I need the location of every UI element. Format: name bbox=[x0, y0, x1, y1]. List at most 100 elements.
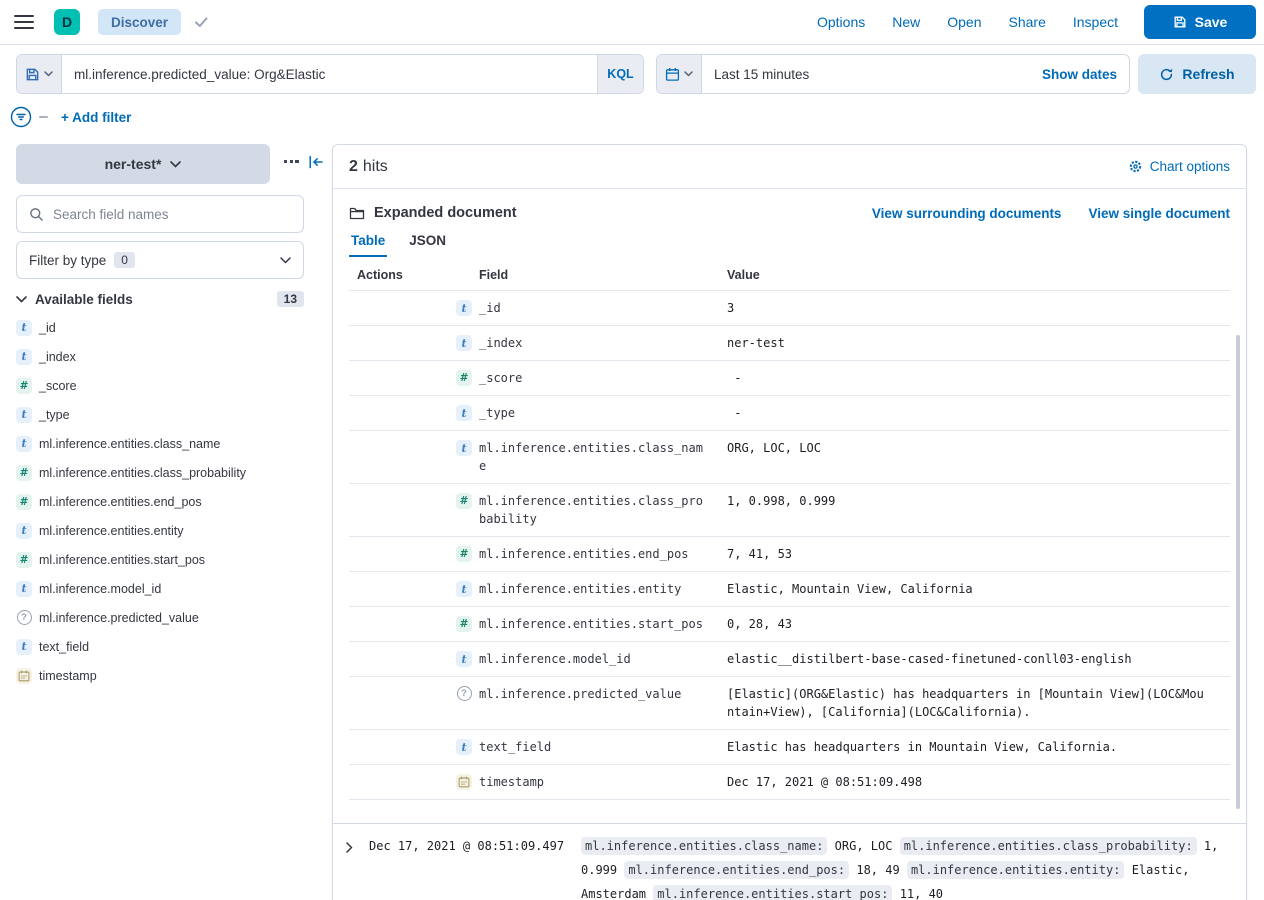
time-range-value[interactable]: Last 15 minutes bbox=[702, 55, 1042, 93]
available-fields-accordion[interactable]: Available fields 13 bbox=[16, 289, 304, 309]
chart-options-label: Chart options bbox=[1150, 159, 1230, 174]
doc-table-row: t_type - bbox=[349, 396, 1230, 431]
column-actions: Actions bbox=[349, 268, 456, 282]
row-actions-cell[interactable] bbox=[349, 615, 456, 633]
row-actions-cell[interactable] bbox=[349, 404, 456, 422]
view-surrounding-documents-link[interactable]: View surrounding documents bbox=[872, 206, 1062, 221]
search-field-names-input[interactable] bbox=[53, 207, 293, 222]
nav-new[interactable]: New bbox=[892, 14, 920, 30]
row-actions-cell[interactable] bbox=[349, 492, 456, 528]
sidebar-field-ml.inference.model_id[interactable]: tml.inference.model_id bbox=[16, 574, 304, 603]
row-field-cell: #ml.inference.entities.start_pos bbox=[456, 615, 727, 633]
summary-field-pill: ml.inference.entities.class_name: bbox=[581, 837, 827, 855]
sidebar-field-ml.inference.entities.class_probability[interactable]: #ml.inference.entities.class_probability bbox=[16, 458, 304, 487]
filter-circle-icon[interactable] bbox=[10, 106, 32, 128]
sidebar-field-ml.inference.entities.start_pos[interactable]: #ml.inference.entities.start_pos bbox=[16, 545, 304, 574]
available-fields-count-badge: 13 bbox=[277, 291, 304, 307]
save-floppy-icon bbox=[25, 67, 40, 82]
row-value-cell: ORG, LOC, LOC bbox=[727, 439, 1207, 475]
tab-table[interactable]: Table bbox=[349, 233, 387, 257]
collapse-sidebar-icon[interactable] bbox=[307, 153, 325, 171]
unknown-type-icon: ? bbox=[17, 610, 32, 625]
doc-table-row: t_indexner-test bbox=[349, 326, 1230, 361]
row-value-cell: Elastic, Mountain View, California bbox=[727, 580, 1207, 598]
nav-open[interactable]: Open bbox=[947, 14, 981, 30]
sidebar-field-ml.inference.entities.entity[interactable]: tml.inference.entities.entity bbox=[16, 516, 304, 545]
show-dates-button[interactable]: Show dates bbox=[1042, 55, 1129, 93]
sidebar-field-timestamp[interactable]: timestamp bbox=[16, 661, 304, 690]
row-field-name: _index bbox=[479, 334, 706, 352]
row-field-cell: tml.inference.entities.class_name bbox=[456, 439, 727, 475]
string-type-icon: t bbox=[456, 405, 472, 421]
row-field-cell: #_score bbox=[456, 369, 727, 387]
row-value-cell: - bbox=[727, 404, 1207, 422]
chevron-down-icon bbox=[16, 296, 27, 303]
nav-options[interactable]: Options bbox=[817, 14, 865, 30]
unknown-type-icon: ? bbox=[457, 686, 472, 701]
sidebar-field-_score[interactable]: #_score bbox=[16, 371, 304, 400]
magnifier-icon bbox=[29, 207, 44, 222]
number-type-icon: # bbox=[456, 370, 472, 386]
breadcrumb[interactable]: Discover bbox=[98, 9, 181, 35]
query-input[interactable] bbox=[62, 55, 597, 93]
sidebar-field-ml.inference.entities.end_pos[interactable]: #ml.inference.entities.end_pos bbox=[16, 487, 304, 516]
nav-share[interactable]: Share bbox=[1009, 14, 1046, 30]
sidebar-field-_type[interactable]: t_type bbox=[16, 400, 304, 429]
row-actions-cell[interactable] bbox=[349, 299, 456, 317]
row-value-cell: elastic__distilbert-base-cased-finetuned… bbox=[727, 650, 1207, 668]
field-search bbox=[16, 195, 304, 233]
sidebar-field-_index[interactable]: t_index bbox=[16, 342, 304, 371]
date-quick-select-button[interactable] bbox=[657, 55, 702, 93]
number-type-icon: # bbox=[16, 494, 32, 510]
field-name-label: ml.inference.entities.start_pos bbox=[39, 553, 205, 567]
sidebar-field-ml.inference.predicted_value[interactable]: ?ml.inference.predicted_value bbox=[16, 603, 304, 632]
sidebar-field-text_field[interactable]: ttext_field bbox=[16, 632, 304, 661]
nav-inspect[interactable]: Inspect bbox=[1073, 14, 1118, 30]
filter-by-type-dropdown[interactable]: Filter by type 0 bbox=[16, 241, 304, 279]
sidebar-field-_id[interactable]: t_id bbox=[16, 313, 304, 342]
expand-row-chevron-icon[interactable] bbox=[341, 839, 357, 855]
string-type-icon: t bbox=[456, 440, 472, 456]
row-actions-cell[interactable] bbox=[349, 545, 456, 563]
string-type-icon: t bbox=[16, 639, 32, 655]
row-field-name: timestamp bbox=[479, 773, 706, 791]
scrollbar[interactable] bbox=[1236, 335, 1240, 809]
menu-icon[interactable] bbox=[14, 15, 34, 29]
boxes-horizontal-icon[interactable] bbox=[284, 160, 299, 163]
row-actions-cell[interactable] bbox=[349, 773, 456, 791]
refresh-button[interactable]: Refresh bbox=[1138, 54, 1256, 94]
index-pattern-switcher[interactable]: ner-test* bbox=[16, 144, 270, 184]
row-actions-cell[interactable] bbox=[349, 580, 456, 598]
row-actions-cell[interactable] bbox=[349, 685, 456, 721]
expanded-document-title: Expanded document bbox=[374, 205, 517, 221]
row-actions-cell[interactable] bbox=[349, 650, 456, 668]
space-avatar[interactable]: D bbox=[54, 9, 80, 35]
doc-table-row: #ml.inference.entities.class_probability… bbox=[349, 484, 1230, 537]
row-value-cell: ner-test bbox=[727, 334, 1207, 352]
query-bar: KQL bbox=[16, 54, 644, 94]
row-actions-cell[interactable] bbox=[349, 738, 456, 756]
summary-field-pill: ml.inference.entities.end_pos: bbox=[624, 861, 849, 879]
string-type-icon: t bbox=[16, 349, 32, 365]
row-actions-cell[interactable] bbox=[349, 334, 456, 352]
add-filter-button[interactable]: + Add filter bbox=[61, 110, 131, 125]
check-icon bbox=[195, 17, 208, 28]
tab-json[interactable]: JSON bbox=[407, 233, 448, 257]
chart-options-button[interactable]: Chart options bbox=[1128, 159, 1230, 174]
row-actions-cell[interactable] bbox=[349, 439, 456, 475]
view-single-document-link[interactable]: View single document bbox=[1088, 206, 1230, 221]
discover-main-panel: 2 hits Chart options Expanded document V… bbox=[332, 144, 1247, 900]
summary-field-value: 11, 40 bbox=[900, 887, 943, 900]
document-timestamp[interactable]: Dec 17, 2021 @ 08:51:09.497 bbox=[369, 834, 565, 858]
save-button[interactable]: Save bbox=[1144, 5, 1256, 39]
query-language-button[interactable]: KQL bbox=[597, 55, 643, 93]
row-field-cell: #ml.inference.entities.class_probability bbox=[456, 492, 727, 528]
doc-table-row: tml.inference.entities.entityElastic, Mo… bbox=[349, 572, 1230, 607]
sidebar-field-ml.inference.entities.class_name[interactable]: tml.inference.entities.class_name bbox=[16, 429, 304, 458]
row-actions-cell[interactable] bbox=[349, 369, 456, 387]
saved-query-menu-button[interactable] bbox=[17, 55, 62, 93]
search-session-bar: KQL Last 15 minutes Show dates Refresh bbox=[16, 54, 1256, 94]
column-value: Value bbox=[727, 268, 1207, 282]
summary-field-value: 18, 49 bbox=[856, 863, 899, 877]
summary-field-pill: ml.inference.entities.entity: bbox=[907, 861, 1125, 879]
